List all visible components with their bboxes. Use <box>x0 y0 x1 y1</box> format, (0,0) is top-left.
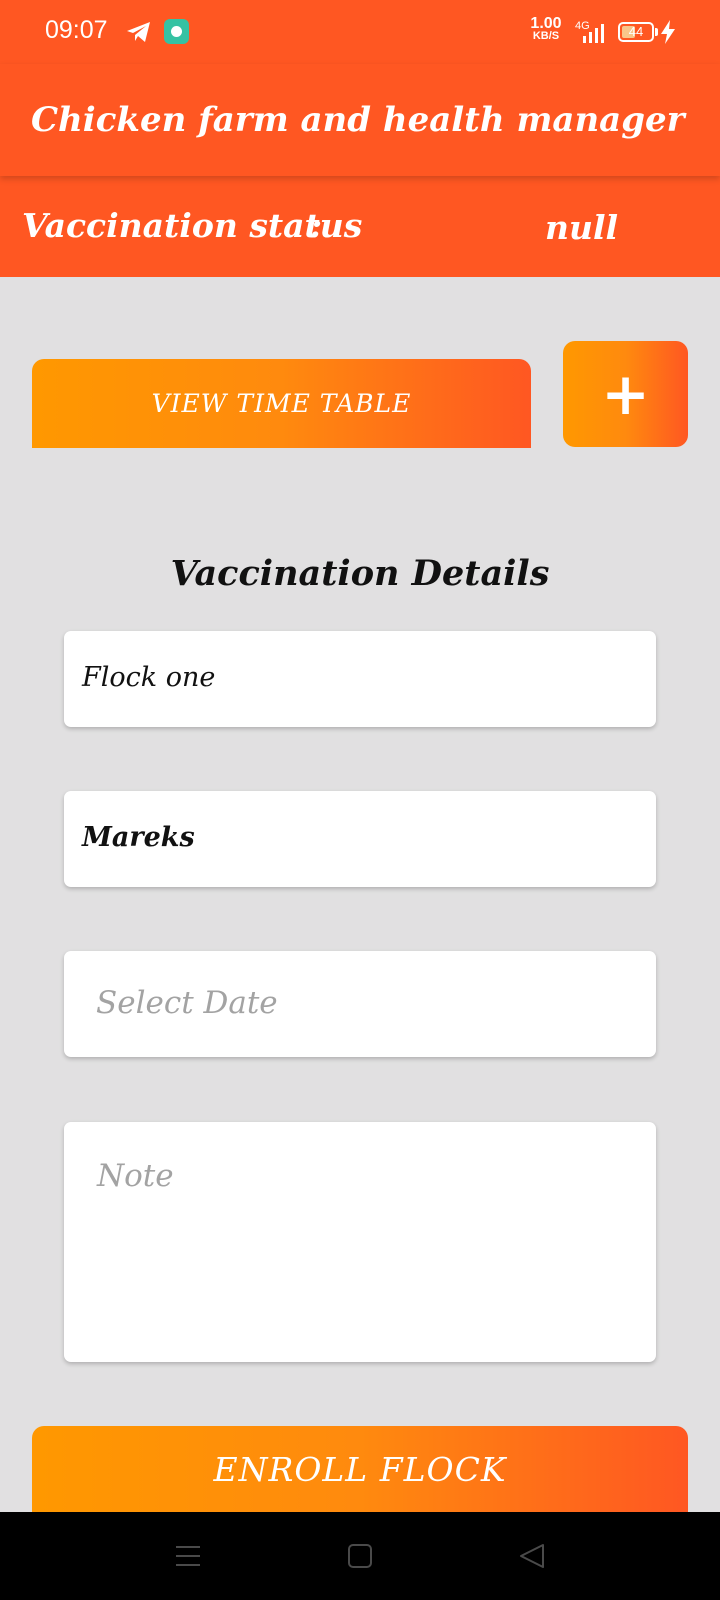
flock-select-field[interactable]: Flock one <box>64 631 656 727</box>
network-speed: 1.00 KB/S <box>528 15 564 43</box>
status-bar: 09:07 1.00 KB/S 4G 44 <box>0 0 720 64</box>
vaccination-details-title: Vaccination Details <box>170 553 550 594</box>
vaccination-status-separator: : <box>310 206 323 245</box>
add-button[interactable]: + <box>563 341 688 447</box>
app-notification-icon <box>164 19 189 44</box>
date-picker-field[interactable]: Select Date <box>64 951 656 1057</box>
status-time: 09:07 <box>45 16 108 44</box>
telegram-icon <box>127 21 150 42</box>
network-speed-value: 1.00 <box>530 15 562 32</box>
note-textarea[interactable]: Note <box>64 1122 656 1362</box>
date-placeholder: Select Date <box>96 985 278 1021</box>
note-placeholder: Note <box>97 1158 174 1194</box>
battery-tip <box>655 28 658 36</box>
signal-icon <box>583 24 604 43</box>
app-bar: Chicken farm and health manager <box>0 64 720 176</box>
app-title: Chicken farm and health manager <box>31 100 685 140</box>
battery-icon: 44 <box>618 22 654 42</box>
view-time-table-button[interactable]: VIEW TIME TABLE <box>32 359 531 448</box>
back-icon[interactable] <box>516 1540 548 1572</box>
vaccination-status-value: null <box>545 208 619 247</box>
status-notification-icons <box>126 19 189 44</box>
vaccine-select-value: Mareks <box>82 822 195 853</box>
vaccine-select-field[interactable]: Mareks <box>64 791 656 887</box>
home-icon[interactable] <box>344 1540 376 1572</box>
system-navigation-bar <box>0 1512 720 1600</box>
enroll-flock-button[interactable]: ENROLL FLOCK <box>32 1426 688 1512</box>
charging-icon <box>661 20 675 44</box>
vaccination-status-bar: Vaccination status : null <box>0 176 720 277</box>
menu-icon[interactable] <box>172 1540 204 1572</box>
network-speed-unit: KB/S <box>532 30 560 42</box>
flock-select-value: Flock one <box>82 662 216 693</box>
battery-level: 44 <box>628 24 644 39</box>
